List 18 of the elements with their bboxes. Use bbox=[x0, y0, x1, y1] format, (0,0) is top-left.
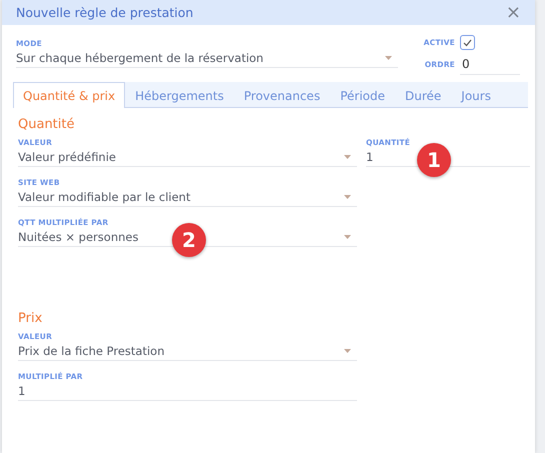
mode-select[interactable]: Sur chaque hébergement de la réservation bbox=[16, 48, 398, 68]
order-input[interactable]: 0 bbox=[460, 54, 520, 75]
section-title: Quantité bbox=[18, 117, 76, 132]
caret-icon bbox=[344, 194, 351, 198]
check-icon bbox=[463, 38, 472, 46]
caret-icon bbox=[385, 56, 392, 60]
active-checkbox[interactable] bbox=[460, 35, 475, 50]
section-title: Prix bbox=[18, 311, 44, 326]
window-title: Nouvelle règle de prestation bbox=[16, 5, 194, 20]
caret-icon bbox=[344, 234, 351, 238]
select-field[interactable]: Valeur prédéfinie bbox=[18, 147, 357, 167]
number-badge: 2 bbox=[172, 223, 206, 257]
input-field[interactable]: 1 bbox=[18, 381, 357, 401]
caret-icon bbox=[344, 348, 351, 352]
select-field[interactable]: Prix de la fiche Prestation bbox=[18, 341, 357, 361]
number-badge: 1 bbox=[417, 143, 451, 177]
caret-icon bbox=[344, 154, 351, 158]
select-field[interactable]: Valeur modifiable par le client bbox=[18, 187, 357, 207]
